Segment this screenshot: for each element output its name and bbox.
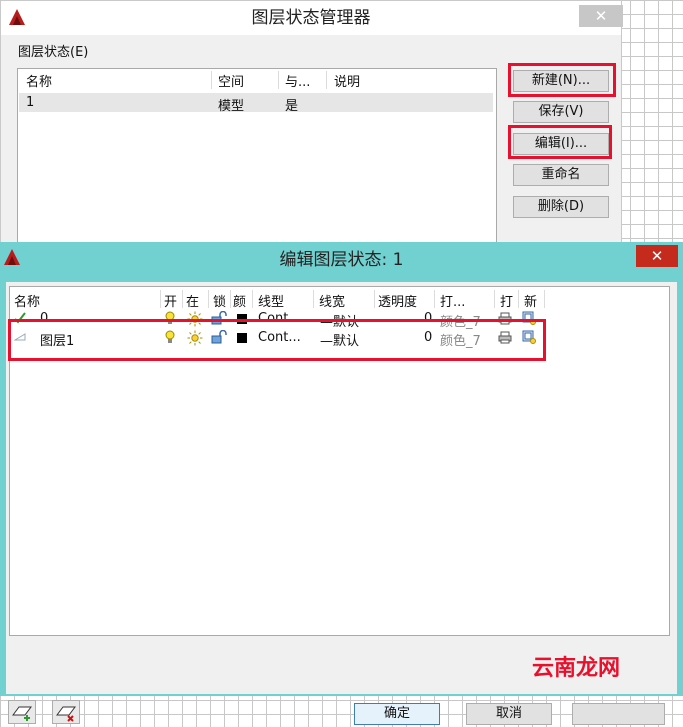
column-divider[interactable] — [278, 71, 279, 89]
column-header-linetype[interactable]: 线型 — [258, 291, 284, 310]
highlight-box-layer-rows — [8, 319, 546, 361]
column-divider[interactable] — [252, 290, 253, 308]
extra-button[interactable] — [572, 703, 665, 725]
cancel-button[interactable]: 取消 — [466, 703, 552, 725]
column-header-plot-style[interactable]: 打... — [440, 291, 465, 310]
row-same-as-layer: 是 — [285, 99, 299, 114]
rename-button[interactable]: 重命名 — [513, 164, 609, 186]
edit-layer-state-dialog: 编辑图层状态: 1 ✕ 名称 开 在 锁 颜 线型 线宽 透明度 打... 打 … — [0, 242, 683, 725]
dialog-title: 图层状态管理器 — [251, 8, 371, 28]
highlight-box-new — [508, 63, 616, 97]
row-space: 模型 — [218, 99, 245, 114]
column-divider[interactable] — [518, 290, 519, 308]
column-header-lineweight[interactable]: 线宽 — [319, 291, 345, 310]
watermark: 云南龙网 — [532, 656, 621, 681]
remove-layer-icon — [56, 706, 76, 722]
add-layers-button[interactable] — [8, 700, 36, 724]
column-header-transparency[interactable]: 透明度 — [378, 291, 417, 310]
column-divider[interactable] — [230, 290, 231, 308]
column-header-name[interactable]: 名称 — [26, 71, 52, 90]
column-divider[interactable] — [182, 290, 183, 308]
add-layer-icon — [12, 706, 32, 721]
column-header-name[interactable]: 名称 — [14, 291, 40, 310]
column-divider[interactable] — [313, 290, 314, 308]
column-header-plot[interactable]: 打 — [500, 291, 513, 310]
table-row[interactable] — [19, 93, 493, 112]
column-divider[interactable] — [211, 71, 212, 89]
column-header-space[interactable]: 空间 — [218, 71, 244, 90]
column-divider[interactable] — [494, 290, 495, 308]
column-divider[interactable] — [544, 290, 545, 308]
layer-states-label: 图层状态(E) — [18, 45, 89, 60]
layer-states-manager-dialog: 图层状态管理器 ✕ 图层状态(E) 名称 空间 与... 说明 1 模型 是 新… — [0, 0, 623, 248]
column-divider[interactable] — [160, 290, 161, 308]
close-button[interactable]: ✕ — [636, 245, 678, 267]
remove-layers-button[interactable] — [52, 700, 80, 724]
highlight-box-edit — [508, 125, 612, 159]
layer-states-list[interactable]: 名称 空间 与... 说明 1 模型 是 — [17, 68, 497, 248]
dialog-title: 编辑图层状态: 1 — [279, 250, 404, 270]
column-header-color[interactable]: 颜 — [233, 291, 246, 310]
column-header-freeze[interactable]: 在 — [186, 291, 199, 310]
row-name: 1 — [26, 95, 35, 110]
column-divider[interactable] — [208, 290, 209, 308]
column-divider[interactable] — [374, 290, 375, 308]
column-divider[interactable] — [326, 71, 327, 89]
column-divider[interactable] — [434, 290, 435, 308]
delete-button[interactable]: 删除(D) — [513, 196, 609, 218]
close-button[interactable]: ✕ — [579, 5, 623, 27]
column-header-lock[interactable]: 锁 — [213, 291, 226, 310]
column-header-description[interactable]: 说明 — [334, 71, 360, 90]
save-button[interactable]: 保存(V) — [513, 101, 609, 123]
ok-button[interactable]: 确定 — [354, 703, 440, 725]
column-header-new-vp-freeze[interactable]: 新 — [524, 291, 537, 310]
column-header-same[interactable]: 与... — [285, 71, 310, 90]
column-header-on[interactable]: 开 — [164, 291, 177, 310]
